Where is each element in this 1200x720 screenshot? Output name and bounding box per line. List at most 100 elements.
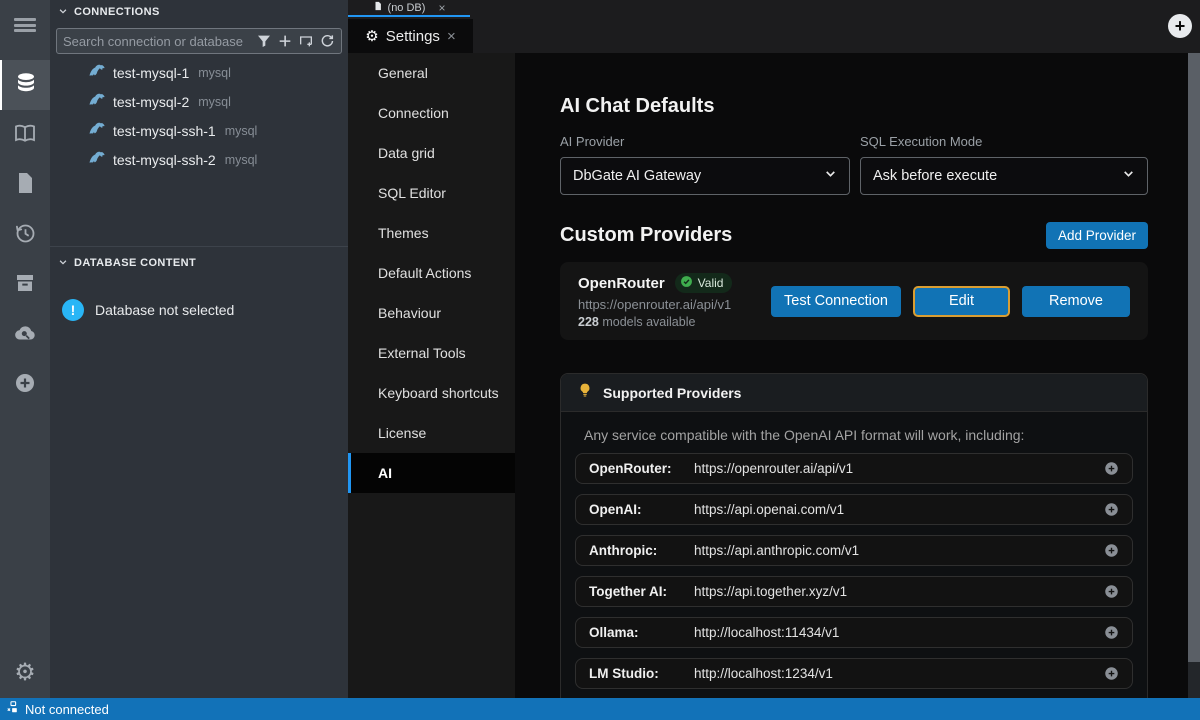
archive-icon <box>13 271 37 300</box>
vertical-scrollbar[interactable] <box>1188 53 1200 698</box>
status-bar: Not connected <box>0 698 1200 720</box>
book-nav-button[interactable] <box>0 110 50 160</box>
supported-provider-url: http://localhost:11434/v1 <box>694 625 1104 640</box>
supported-provider-label: Anthropic: <box>589 543 694 558</box>
chevron-down-icon <box>824 167 837 185</box>
supported-provider-url: https://api.together.xyz/v1 <box>694 584 1104 599</box>
settings-menu-item-ai[interactable]: AI <box>348 453 515 493</box>
connection-search-input[interactable]: Search connection or database <box>56 28 342 54</box>
plus-circle-icon[interactable] <box>1104 625 1119 640</box>
connection-status-text: Not connected <box>25 702 109 717</box>
gear-icon: ⚙ <box>365 27 378 45</box>
mysql-icon <box>88 119 113 142</box>
database-empty-state: ! Database not selected <box>62 299 348 321</box>
add-connection-nav-button[interactable] <box>0 360 50 410</box>
lightbulb-icon <box>577 382 593 403</box>
connection-item[interactable]: test-mysql-ssh-1 mysql <box>50 116 348 145</box>
connections-panel: CONNECTIONS Search connection or databas… <box>50 0 348 698</box>
plus-icon: + <box>1175 17 1186 35</box>
valid-status-label: Valid <box>698 276 724 290</box>
connections-header[interactable]: CONNECTIONS <box>50 0 348 24</box>
settings-menu-item-connection[interactable]: Connection <box>348 93 515 133</box>
filter-icon[interactable] <box>256 33 272 49</box>
connections-nav-button[interactable] <box>0 60 50 110</box>
add-circle-icon <box>13 371 37 400</box>
database-icon <box>14 71 38 100</box>
test-connection-button[interactable]: Test Connection <box>771 286 901 317</box>
mysql-icon <box>88 61 113 84</box>
chevron-down-icon <box>58 257 68 270</box>
settings-menu-item-themes[interactable]: Themes <box>348 213 515 253</box>
plus-circle-icon[interactable] <box>1104 502 1119 517</box>
supported-providers-panel: Supported Providers Any service compatib… <box>560 373 1148 698</box>
provider-models-count: 228 models available <box>578 315 771 329</box>
tab-strip: (no DB) × ⚙ Settings × + <box>348 0 1200 53</box>
refresh-icon[interactable] <box>319 33 335 49</box>
tab-group-label: (no DB) <box>388 2 426 14</box>
history-icon <box>13 221 37 250</box>
settings-menu-item-sql-editor[interactable]: SQL Editor <box>348 173 515 213</box>
supported-provider-row: OpenAI: https://api.openai.com/v1 <box>575 494 1133 525</box>
scrollbar-thumb[interactable] <box>1188 53 1200 662</box>
mysql-icon <box>88 90 113 113</box>
ai-provider-label: AI Provider <box>560 134 850 149</box>
plus-circle-icon[interactable] <box>1104 543 1119 558</box>
cloud-search-nav-button[interactable] <box>0 310 50 360</box>
supported-provider-label: LM Studio: <box>589 666 694 681</box>
settings-menu-item-keyboard-shortcuts[interactable]: Keyboard shortcuts <box>348 373 515 413</box>
menu-icon[interactable] <box>0 0 50 50</box>
settings-menu-item-general[interactable]: General <box>348 53 515 93</box>
database-content-header[interactable]: DATABASE CONTENT <box>50 251 348 275</box>
settings-ai-page: AI Chat Defaults AI Provider DbGate AI G… <box>515 53 1188 698</box>
add-icon[interactable] <box>277 33 293 49</box>
chevron-down-icon <box>1122 167 1135 185</box>
connection-engine: mysql <box>198 95 231 109</box>
cloud-search-icon <box>13 321 37 350</box>
settings-menu-item-license[interactable]: License <box>348 413 515 453</box>
connection-list: test-mysql-1 mysql test-mysql-2 mysql te… <box>50 58 348 174</box>
new-tab-button[interactable]: + <box>1168 14 1192 38</box>
connection-name: test-mysql-1 <box>113 65 189 81</box>
tab-group-no-db[interactable]: (no DB) × <box>348 0 470 17</box>
file-icon <box>373 0 383 15</box>
connections-title: CONNECTIONS <box>74 6 160 18</box>
supported-provider-label: Ollama: <box>589 625 694 640</box>
ai-defaults-form: AI Provider DbGate AI Gateway SQL Execut… <box>560 134 1148 195</box>
settings-menu-item-behaviour[interactable]: Behaviour <box>348 293 515 333</box>
supported-provider-label: OpenRouter: <box>589 461 694 476</box>
plus-circle-icon[interactable] <box>1104 584 1119 599</box>
settings-menu-item-data-grid[interactable]: Data grid <box>348 133 515 173</box>
sql-execution-mode-value: Ask before execute <box>873 168 1122 184</box>
sql-execution-mode-label: SQL Execution Mode <box>860 134 1148 149</box>
add-provider-button[interactable]: Add Provider <box>1046 222 1148 249</box>
remove-provider-button[interactable]: Remove <box>1022 286 1130 317</box>
tab-settings[interactable]: ⚙ Settings × <box>348 19 473 53</box>
ai-provider-select[interactable]: DbGate AI Gateway <box>560 157 850 195</box>
close-icon[interactable]: × <box>447 28 456 45</box>
files-nav-button[interactable] <box>0 160 50 210</box>
tab-settings-label: Settings <box>386 28 440 45</box>
provider-url: https://openrouter.ai/api/v1 <box>578 297 771 312</box>
check-circle-icon <box>680 275 693 291</box>
plus-circle-icon[interactable] <box>1104 461 1119 476</box>
edit-provider-button[interactable]: Edit <box>913 286 1010 317</box>
add-folder-icon[interactable] <box>298 33 314 49</box>
connection-item[interactable]: test-mysql-2 mysql <box>50 87 348 116</box>
sql-execution-mode-select[interactable]: Ask before execute <box>860 157 1148 195</box>
supported-provider-row: LM Studio: http://localhost:1234/v1 <box>575 658 1133 689</box>
supported-provider-label: OpenAI: <box>589 502 694 517</box>
close-icon[interactable]: × <box>438 1 445 15</box>
plus-circle-icon[interactable] <box>1104 666 1119 681</box>
archive-nav-button[interactable] <box>0 260 50 310</box>
settings-nav-button[interactable]: ⚙ <box>0 647 50 697</box>
settings-menu-item-external-tools[interactable]: External Tools <box>348 333 515 373</box>
history-nav-button[interactable] <box>0 210 50 260</box>
connection-name: test-mysql-ssh-1 <box>113 123 216 139</box>
info-icon: ! <box>62 299 84 321</box>
settings-menu-item-default-actions[interactable]: Default Actions <box>348 253 515 293</box>
connection-item[interactable]: test-mysql-1 mysql <box>50 58 348 87</box>
connection-off-icon <box>6 700 20 719</box>
connection-engine: mysql <box>225 153 258 167</box>
connection-item[interactable]: test-mysql-ssh-2 mysql <box>50 145 348 174</box>
valid-status-badge: Valid <box>675 273 733 293</box>
